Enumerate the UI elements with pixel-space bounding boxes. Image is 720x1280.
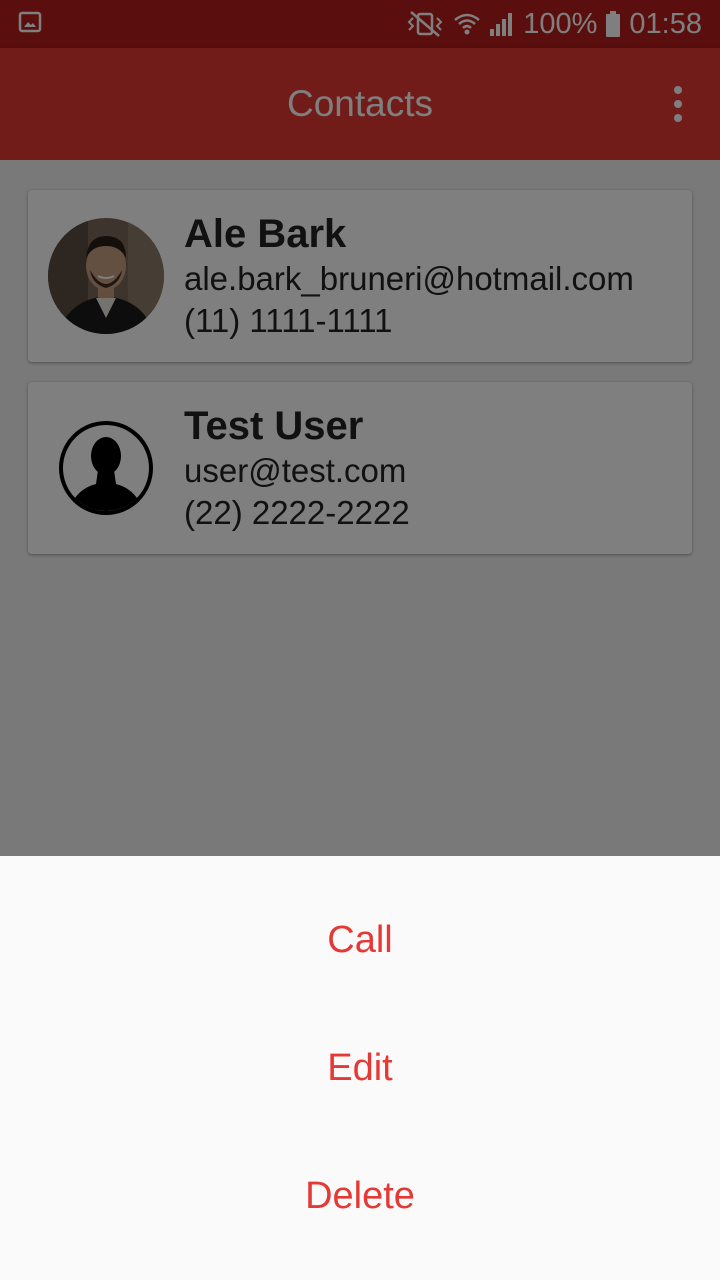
edit-button[interactable]: Edit (0, 1004, 720, 1132)
bottom-sheet: Call Edit Delete (0, 856, 720, 1280)
delete-button[interactable]: Delete (0, 1132, 720, 1260)
call-button[interactable]: Call (0, 876, 720, 1004)
